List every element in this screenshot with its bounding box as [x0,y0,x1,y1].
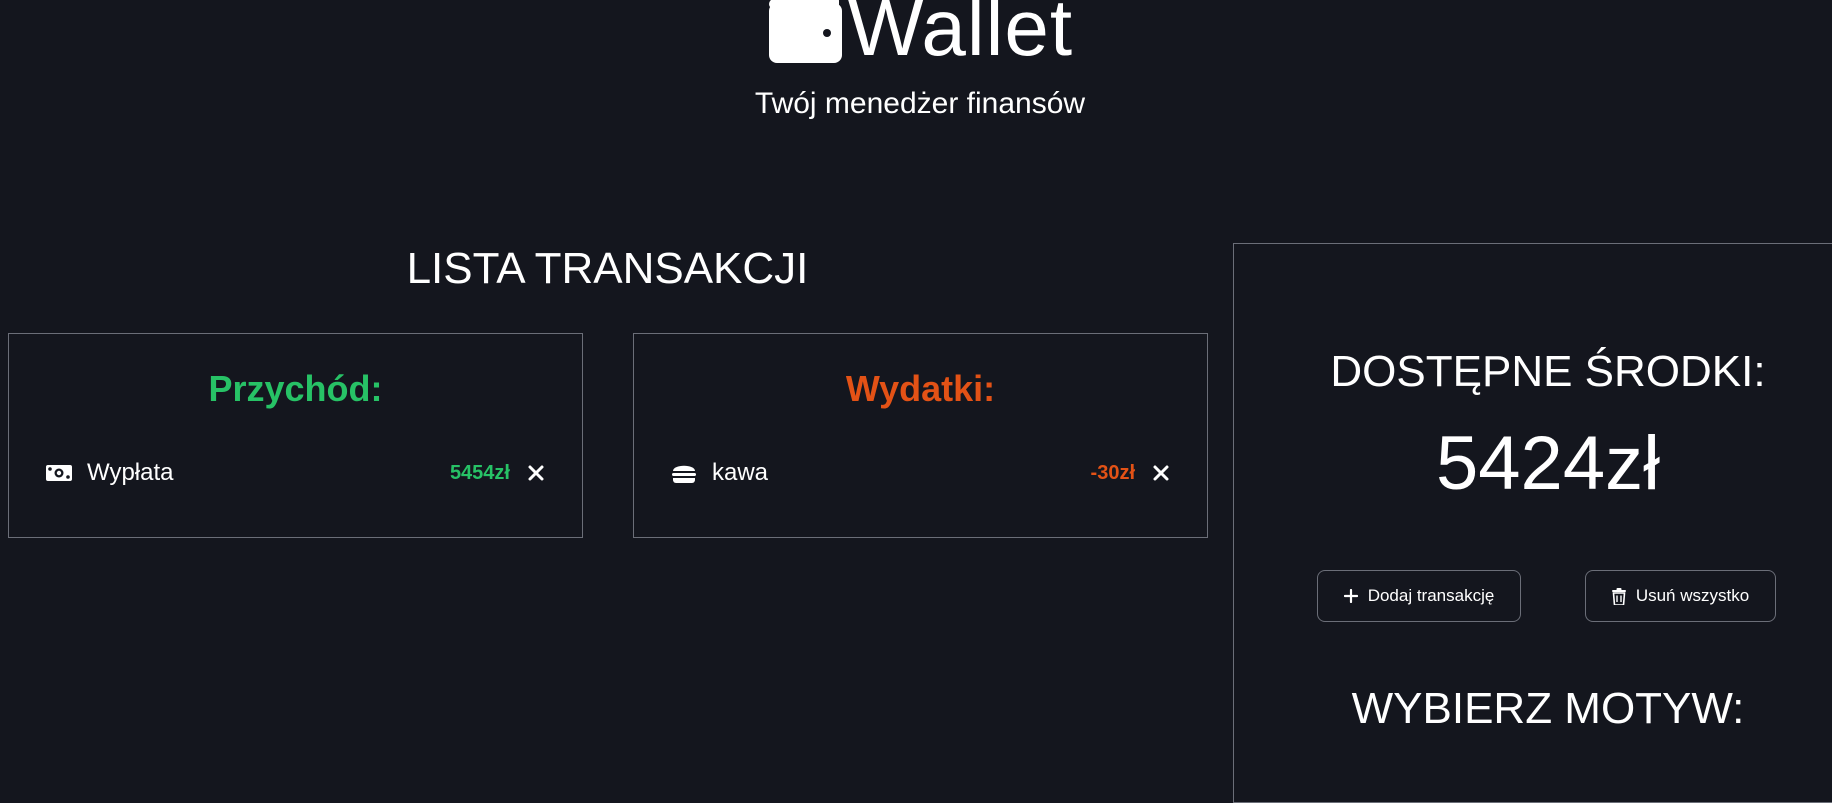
delete-transaction-close-icon[interactable] [526,463,546,483]
transaction-amount: 5454zł [449,461,510,484]
app-title: Wallet [847,0,1074,72]
expenses-panel: Wydatki: kawa -30zł [633,333,1208,538]
burger-icon [672,465,696,483]
delete-all-button[interactable]: Usuń wszystko [1585,570,1776,622]
balance-value: 5424zł [1436,421,1660,506]
app-logo: Wallet [0,0,1832,68]
income-transaction-row: Wypłata 5454zł [45,458,546,488]
transaction-name: Wypłata [87,459,174,486]
trash-icon [1611,587,1626,605]
theme-title: WYBIERZ MOTYW: [1351,684,1745,733]
transactions-title: LISTA TRANSAKCJI [406,244,809,293]
expense-transaction-row: kawa -30zł [670,458,1171,488]
expenses-title: Wydatki: [845,368,996,409]
delete-all-label: Usuń wszystko [1635,586,1750,605]
add-transaction-button[interactable]: Dodaj transakcję [1317,570,1521,622]
transaction-amount: -30zł [1090,461,1135,484]
money-bill-icon [46,465,72,481]
transaction-name: kawa [712,459,769,486]
balance-panel: DOSTĘPNE ŚRODKI: 5424zł Dodaj transakcję… [1233,243,1832,803]
wallet-icon [768,0,842,63]
app-subtitle: Twój menedżer finansów [754,87,1086,120]
income-panel: Przychód: Wypłata 5454zł [8,333,583,538]
balance-title: DOSTĘPNE ŚRODKI: [1330,347,1766,396]
add-transaction-label: Dodaj transakcję [1367,586,1495,605]
income-title: Przychód: [208,368,383,409]
plus-icon [1343,589,1358,603]
delete-transaction-close-icon[interactable] [1151,463,1171,483]
